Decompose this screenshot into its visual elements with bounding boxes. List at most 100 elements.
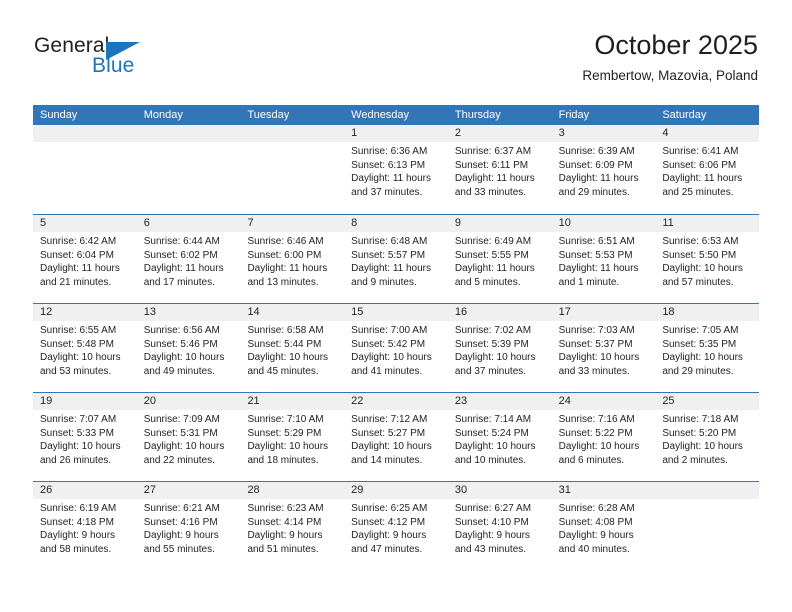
sunset-text: Sunset: 6:00 PM bbox=[247, 249, 322, 261]
day-number: 23 bbox=[447, 393, 552, 410]
calendar-day-cell[interactable]: 30 Sunrise: 6:27 AM Sunset: 4:10 PM Dayligh… bbox=[447, 482, 552, 570]
weekday-header-tuesday: Tuesday bbox=[247, 109, 290, 121]
day-details: Sunrise: 6:36 AM Sunset: 6:13 PM Daylight:… bbox=[344, 142, 448, 199]
calendar-day-cell[interactable]: 15 Sunrise: 7:00 AM Sunset: 5:42 PM Dayligh… bbox=[344, 304, 448, 392]
calendar-day-cell[interactable]: 5 Sunrise: 6:42 AM Sunset: 6:04 PM Daylight… bbox=[33, 215, 137, 303]
daylight-text: Daylight: 11 hours and 13 minutes. bbox=[247, 263, 328, 288]
sunrise-text: Sunrise: 6:19 AM bbox=[40, 503, 117, 514]
calendar-week-row: 12 Sunrise: 6:55 AM Sunset: 5:48 PM Dayligh… bbox=[33, 303, 760, 392]
daylight-text: Daylight: 11 hours and 25 minutes. bbox=[662, 173, 743, 198]
calendar-day-cell[interactable]: 24 Sunrise: 7:16 AM Sunset: 5:22 PM Dayligh… bbox=[551, 393, 656, 481]
calendar-day-cell[interactable]: 27 Sunrise: 6:21 AM Sunset: 4:16 PM Dayligh… bbox=[136, 482, 241, 570]
sunset-text: Sunset: 5:42 PM bbox=[351, 338, 426, 350]
sunrise-text: Sunrise: 6:53 AM bbox=[662, 236, 739, 247]
day-number: 28 bbox=[240, 482, 345, 499]
calendar-day-cell[interactable]: 31 Sunrise: 6:28 AM Sunset: 4:08 PM Dayligh… bbox=[551, 482, 656, 570]
calendar-day-cell[interactable]: 6 Sunrise: 6:44 AM Sunset: 6:02 PM Daylight… bbox=[136, 215, 241, 303]
calendar-day-cell[interactable]: 12 Sunrise: 6:55 AM Sunset: 5:48 PM Dayligh… bbox=[33, 304, 137, 392]
sunset-text: Sunset: 4:14 PM bbox=[247, 516, 322, 528]
sunset-text: Sunset: 6:02 PM bbox=[143, 249, 218, 261]
calendar-day-cell[interactable]: 9 Sunrise: 6:49 AM Sunset: 5:55 PM Daylight… bbox=[447, 215, 552, 303]
calendar-day-cell[interactable]: 21 Sunrise: 7:10 AM Sunset: 5:29 PM Dayligh… bbox=[240, 393, 345, 481]
sunrise-text: Sunrise: 7:05 AM bbox=[662, 325, 739, 336]
sunrise-text: Sunrise: 6:23 AM bbox=[247, 503, 324, 514]
sunset-text: Sunset: 5:31 PM bbox=[143, 427, 218, 439]
day-details: Sunrise: 7:16 AM Sunset: 5:22 PM Daylight:… bbox=[552, 410, 656, 467]
sunrise-text: Sunrise: 6:41 AM bbox=[662, 146, 739, 157]
calendar-day-cell[interactable]: 23 Sunrise: 7:14 AM Sunset: 5:24 PM Dayligh… bbox=[447, 393, 552, 481]
day-details: Sunrise: 6:49 AM Sunset: 5:55 PM Daylight:… bbox=[448, 232, 552, 289]
daylight-text: Daylight: 10 hours and 18 minutes. bbox=[247, 441, 329, 466]
general-blue-logo[interactable]: General Blue bbox=[34, 34, 164, 88]
logo-text-blue: Blue bbox=[92, 54, 135, 77]
sunset-text: Sunset: 5:24 PM bbox=[454, 427, 529, 439]
calendar-day-cell-empty bbox=[240, 125, 345, 214]
calendar-day-cell[interactable]: 4 Sunrise: 6:41 AM Sunset: 6:06 PM Daylight… bbox=[655, 125, 760, 214]
day-number bbox=[136, 125, 241, 142]
day-details: Sunrise: 6:21 AM Sunset: 4:16 PM Daylight:… bbox=[137, 499, 241, 556]
daylight-text: Daylight: 9 hours and 55 minutes. bbox=[143, 530, 219, 555]
calendar-day-cell[interactable]: 19 Sunrise: 7:07 AM Sunset: 5:33 PM Dayligh… bbox=[33, 393, 137, 481]
daylight-text: Daylight: 11 hours and 29 minutes. bbox=[558, 173, 639, 198]
sunrise-text: Sunrise: 6:42 AM bbox=[40, 236, 117, 247]
calendar-page: General Blue October 2025 Rembertow, Maz… bbox=[0, 0, 792, 612]
day-details: Sunrise: 7:12 AM Sunset: 5:27 PM Daylight:… bbox=[344, 410, 448, 467]
weekday-header-friday: Friday bbox=[558, 109, 590, 121]
sunset-text: Sunset: 6:06 PM bbox=[662, 159, 737, 171]
calendar-day-cell[interactable]: 1 Sunrise: 6:36 AM Sunset: 6:13 PM Daylight… bbox=[344, 125, 448, 214]
day-details: Sunrise: 7:03 AM Sunset: 5:37 PM Daylight:… bbox=[552, 321, 656, 378]
calendar-day-cell[interactable]: 17 Sunrise: 7:03 AM Sunset: 5:37 PM Dayligh… bbox=[551, 304, 656, 392]
sunset-text: Sunset: 4:10 PM bbox=[454, 516, 529, 528]
day-number: 4 bbox=[655, 125, 760, 142]
calendar-day-cell[interactable]: 22 Sunrise: 7:12 AM Sunset: 5:27 PM Dayligh… bbox=[344, 393, 448, 481]
daylight-text: Daylight: 11 hours and 17 minutes. bbox=[143, 263, 224, 288]
sunrise-text: Sunrise: 7:03 AM bbox=[558, 325, 635, 336]
calendar-day-cell[interactable]: 16 Sunrise: 7:02 AM Sunset: 5:39 PM Dayligh… bbox=[447, 304, 552, 392]
daylight-text: Daylight: 9 hours and 43 minutes. bbox=[454, 530, 530, 555]
calendar-day-cell[interactable]: 29 Sunrise: 6:25 AM Sunset: 4:12 PM Dayligh… bbox=[344, 482, 448, 570]
calendar-day-cell[interactable]: 13 Sunrise: 6:56 AM Sunset: 5:46 PM Dayligh… bbox=[136, 304, 241, 392]
day-details: Sunrise: 7:18 AM Sunset: 5:20 PM Daylight:… bbox=[655, 410, 759, 467]
sunrise-text: Sunrise: 7:07 AM bbox=[40, 414, 117, 425]
daylight-text: Daylight: 10 hours and 49 minutes. bbox=[143, 352, 225, 377]
day-number: 30 bbox=[447, 482, 552, 499]
calendar-day-cell[interactable]: 2 Sunrise: 6:37 AM Sunset: 6:11 PM Daylight… bbox=[447, 125, 552, 214]
day-number: 21 bbox=[240, 393, 345, 410]
calendar-day-cell[interactable]: 10 Sunrise: 6:51 AM Sunset: 5:53 PM Dayligh… bbox=[551, 215, 656, 303]
sunrise-text: Sunrise: 7:12 AM bbox=[351, 414, 428, 425]
calendar-day-cell[interactable]: 18 Sunrise: 7:05 AM Sunset: 5:35 PM Dayligh… bbox=[655, 304, 760, 392]
day-details: Sunrise: 7:14 AM Sunset: 5:24 PM Daylight:… bbox=[448, 410, 552, 467]
sunrise-text: Sunrise: 7:10 AM bbox=[247, 414, 324, 425]
sunrise-text: Sunrise: 6:28 AM bbox=[558, 503, 635, 514]
day-number: 2 bbox=[447, 125, 552, 142]
day-number: 29 bbox=[344, 482, 448, 499]
day-details: Sunrise: 7:05 AM Sunset: 5:35 PM Daylight:… bbox=[655, 321, 759, 378]
day-details: Sunrise: 6:27 AM Sunset: 4:10 PM Daylight:… bbox=[448, 499, 552, 556]
sunset-text: Sunset: 5:48 PM bbox=[40, 338, 114, 350]
weekday-header-row: Sunday Monday Tuesday Wednesday Thursday… bbox=[33, 105, 759, 125]
sunset-text: Sunset: 5:50 PM bbox=[662, 249, 737, 261]
sunrise-text: Sunrise: 6:37 AM bbox=[454, 146, 532, 157]
calendar-day-cell[interactable]: 7 Sunrise: 6:46 AM Sunset: 6:00 PM Daylight… bbox=[240, 215, 345, 303]
calendar-day-cell[interactable]: 8 Sunrise: 6:48 AM Sunset: 5:57 PM Daylight… bbox=[344, 215, 448, 303]
calendar-day-cell-empty bbox=[655, 482, 760, 570]
sunrise-text: Sunrise: 6:51 AM bbox=[558, 236, 635, 247]
calendar-day-cell[interactable]: 3 Sunrise: 6:39 AM Sunset: 6:09 PM Daylight… bbox=[551, 125, 656, 214]
sunset-text: Sunset: 6:13 PM bbox=[351, 159, 426, 171]
calendar-day-cell[interactable]: 11 Sunrise: 6:53 AM Sunset: 5:50 PM Dayligh… bbox=[655, 215, 760, 303]
calendar-day-cell[interactable]: 26 Sunrise: 6:19 AM Sunset: 4:18 PM Dayligh… bbox=[33, 482, 137, 570]
day-number: 10 bbox=[551, 215, 656, 232]
daylight-text: Daylight: 10 hours and 22 minutes. bbox=[143, 441, 225, 466]
sunset-text: Sunset: 6:09 PM bbox=[558, 159, 633, 171]
day-number: 6 bbox=[136, 215, 241, 232]
calendar-grid: Sunday Monday Tuesday Wednesday Thursday… bbox=[33, 105, 760, 570]
weekday-header-saturday: Saturday bbox=[662, 109, 707, 121]
calendar-day-cell[interactable]: 20 Sunrise: 7:09 AM Sunset: 5:31 PM Dayligh… bbox=[136, 393, 241, 481]
sunrise-text: Sunrise: 7:18 AM bbox=[662, 414, 739, 425]
calendar-day-cell[interactable]: 25 Sunrise: 7:18 AM Sunset: 5:20 PM Dayligh… bbox=[655, 393, 760, 481]
calendar-day-cell[interactable]: 28 Sunrise: 6:23 AM Sunset: 4:14 PM Dayligh… bbox=[240, 482, 345, 570]
sunset-text: Sunset: 4:08 PM bbox=[558, 516, 633, 528]
day-number: 1 bbox=[344, 125, 448, 142]
calendar-day-cell[interactable]: 14 Sunrise: 6:58 AM Sunset: 5:44 PM Dayligh… bbox=[240, 304, 345, 392]
day-details: Sunrise: 6:39 AM Sunset: 6:09 PM Daylight:… bbox=[552, 142, 656, 199]
